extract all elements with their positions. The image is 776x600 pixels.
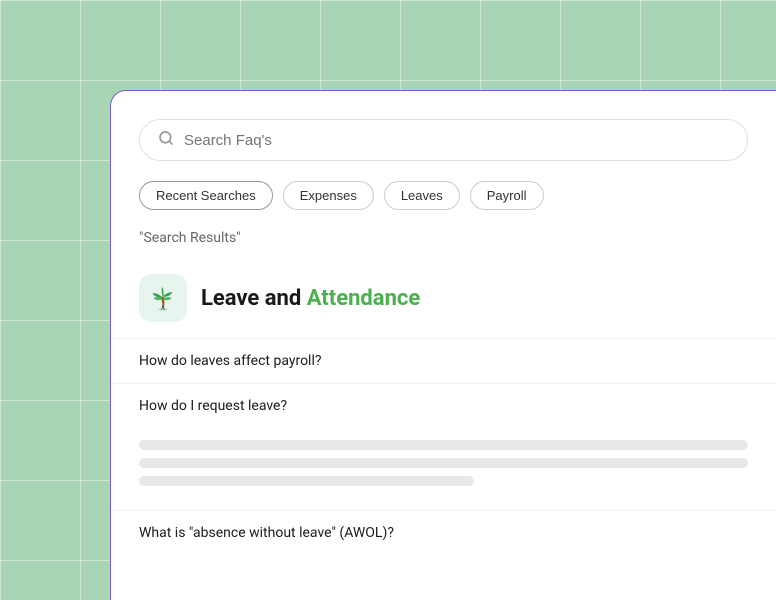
- category-title: Leave and Attendance: [201, 286, 420, 311]
- faq-item-3[interactable]: What is "absence without leave" (AWOL)?: [111, 510, 776, 555]
- category-title-plain: Leave and: [201, 286, 307, 311]
- category-header: Leave and Attendance: [111, 262, 776, 338]
- faq-item-2[interactable]: How do I request leave?: [111, 383, 776, 428]
- search-input[interactable]: [184, 132, 729, 149]
- filter-chips: Recent Searches Expenses Leaves Payroll: [111, 181, 776, 230]
- skeleton-lines: [111, 428, 776, 510]
- search-results-label: "Search Results": [111, 230, 776, 262]
- category-title-highlight: Attendance: [307, 286, 421, 311]
- faq-item-1[interactable]: How do leaves affect payroll?: [111, 338, 776, 383]
- chip-expenses[interactable]: Expenses: [283, 181, 374, 210]
- search-icon: [158, 130, 174, 150]
- main-card: Recent Searches Expenses Leaves Payroll …: [110, 90, 776, 600]
- search-bar[interactable]: [139, 119, 748, 161]
- category-icon: [139, 274, 187, 322]
- skeleton-line-1: [139, 440, 748, 450]
- skeleton-line-2: [139, 458, 748, 468]
- chip-leaves[interactable]: Leaves: [384, 181, 460, 210]
- chip-recent-searches[interactable]: Recent Searches: [139, 181, 273, 210]
- skeleton-line-3: [139, 476, 474, 486]
- chip-payroll[interactable]: Payroll: [470, 181, 544, 210]
